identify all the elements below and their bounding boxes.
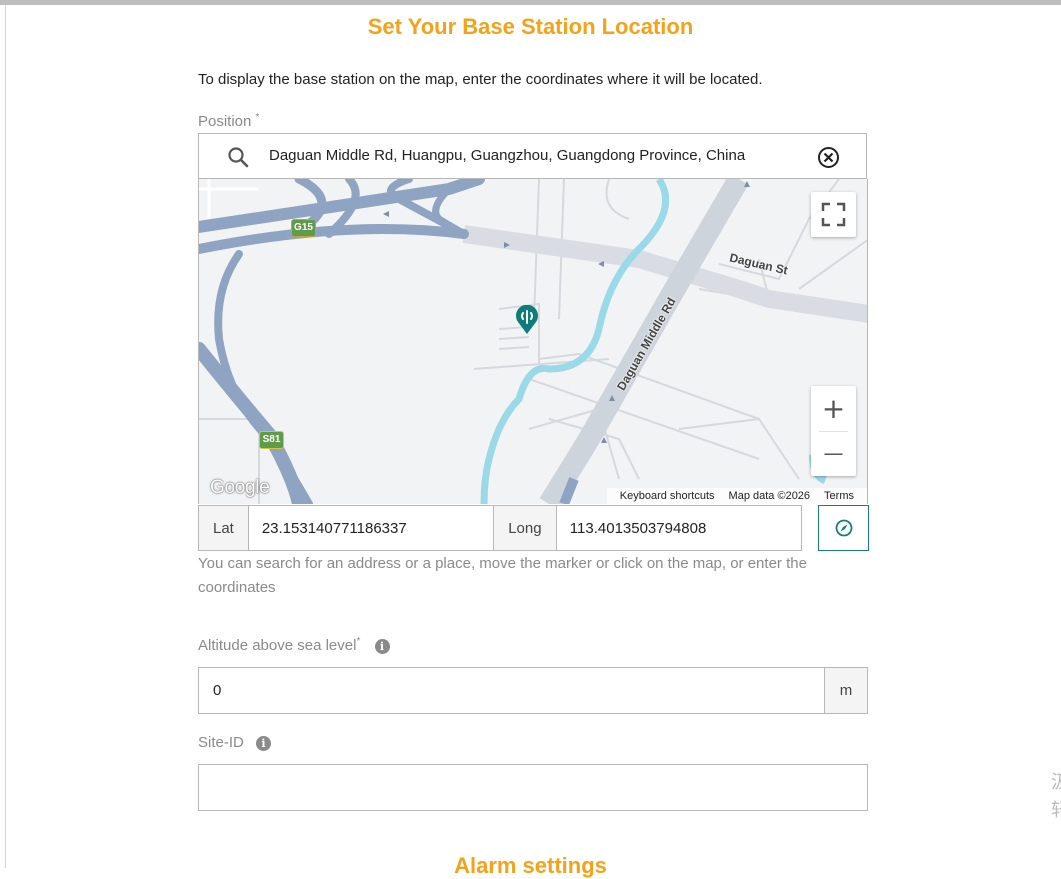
- locate-button[interactable]: [818, 505, 869, 551]
- altitude-label-text: Altitude above sea level: [198, 637, 357, 654]
- alarm-settings-title: Alarm settings: [454, 853, 607, 878]
- side-glyph: 轩: [1051, 800, 1061, 821]
- altitude-input[interactable]: 0: [213, 682, 221, 699]
- highway-shield-g15: G15: [291, 219, 316, 237]
- fullscreen-icon: [821, 202, 846, 227]
- info-icon[interactable]: i: [256, 735, 272, 751]
- site-id-field[interactable]: [198, 764, 868, 811]
- long-label: Long: [494, 506, 557, 550]
- info-icon[interactable]: i: [374, 638, 390, 654]
- top-border: [0, 0, 1061, 5]
- site-id-label: Site-ID i: [198, 734, 272, 751]
- position-label: Position *: [198, 112, 259, 130]
- fullscreen-button[interactable]: [811, 192, 856, 237]
- zoom-in-button[interactable]: +: [811, 386, 856, 431]
- altitude-field[interactable]: 0 m: [198, 667, 868, 714]
- keyboard-shortcuts-link[interactable]: Keyboard shortcuts: [620, 490, 715, 502]
- altitude-label: Altitude above sea level* i: [198, 636, 390, 654]
- map-footer: Keyboard shortcuts Map data ©2026 Terms: [606, 488, 867, 504]
- lat-input[interactable]: 23.153140771186337: [249, 506, 495, 550]
- compass-icon: [835, 519, 852, 537]
- zoom-out-button[interactable]: —: [811, 431, 856, 476]
- coordinates-row: Lat 23.153140771186337 Long 113.40135037…: [198, 505, 802, 551]
- map-view[interactable]: G15 S81 Daguan St Daguan Middle Rd + — G…: [198, 179, 868, 504]
- search-icon: [227, 146, 249, 173]
- required-mark: *: [255, 112, 260, 123]
- left-border: [5, 5, 6, 868]
- map-data-attribution: Map data ©2026: [728, 490, 811, 502]
- altitude-unit: m: [824, 668, 867, 713]
- required-mark: *: [356, 636, 361, 647]
- position-search-box[interactable]: Daguan Middle Rd, Huangpu, Guangzhou, Gu…: [198, 133, 867, 179]
- zoom-control: + —: [811, 386, 856, 476]
- page-title: Set Your Base Station Location: [367, 14, 694, 39]
- highway-shield-s81: S81: [259, 431, 284, 449]
- clear-icon[interactable]: [817, 146, 840, 174]
- position-help-text: You can search for an address or a place…: [198, 555, 807, 596]
- site-id-label-text: Site-ID: [198, 734, 244, 751]
- base-station-marker-icon[interactable]: [515, 304, 539, 340]
- google-logo: Google: [210, 477, 270, 498]
- long-input[interactable]: 113.4013503794808: [557, 506, 801, 550]
- side-glyph: 汲: [1051, 772, 1061, 793]
- intro-text: To display the base station on the map, …: [198, 71, 763, 88]
- lat-label: Lat: [199, 506, 249, 550]
- terms-link[interactable]: Terms: [824, 490, 854, 502]
- search-input[interactable]: Daguan Middle Rd, Huangpu, Guangzhou, Gu…: [269, 147, 745, 164]
- position-label-text: Position: [198, 113, 252, 130]
